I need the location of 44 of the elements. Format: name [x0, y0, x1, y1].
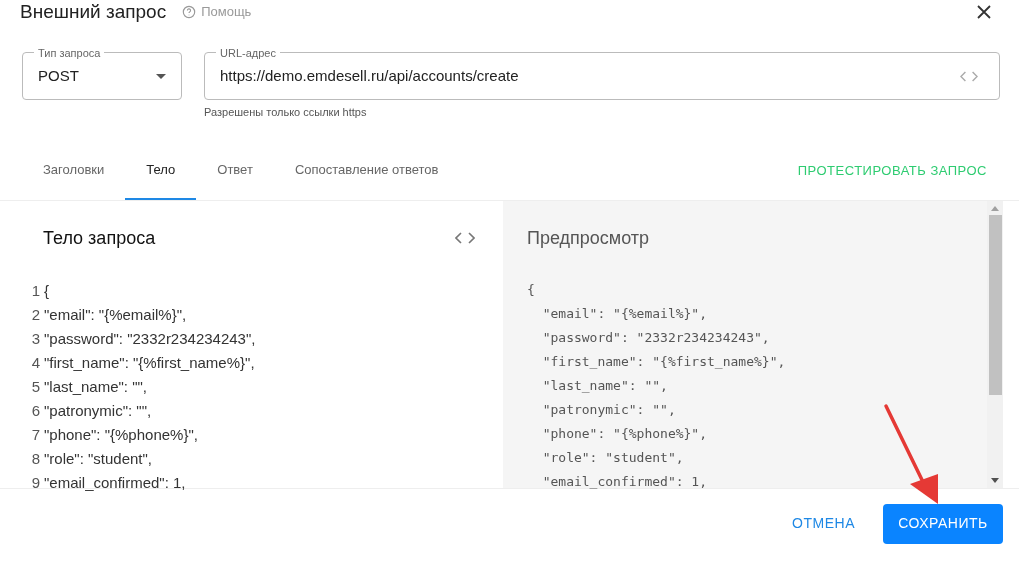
tab[interactable]: Тело [125, 142, 197, 200]
code-line: "patronymic": "", [44, 401, 152, 422]
code-line: "role": "student", [44, 449, 153, 470]
preview-line: "last_name": "", [541, 376, 669, 395]
editor-title: Тело запроса [43, 226, 156, 250]
line-number: 2 [30, 305, 40, 326]
preview-line: "email": "{%email%}", [541, 304, 708, 323]
tab[interactable]: Сопоставление ответов [273, 142, 460, 200]
preview-line: "password": "2332r234234243", [541, 328, 771, 347]
preview-line: { [527, 280, 536, 299]
preview-line: "email_confirmed": 1, [541, 472, 708, 491]
code-line: "email_confirmed": 1, [44, 473, 186, 494]
line-number: 5 [30, 377, 40, 398]
code-line: "password": "2332r234234243", [44, 329, 256, 350]
scroll-up-icon[interactable] [991, 205, 999, 211]
scrollbar[interactable] [987, 200, 1003, 488]
line-number: 6 [30, 401, 40, 422]
line-number: 1 [30, 281, 40, 302]
line-number: 7 [30, 425, 40, 446]
line-number: 9 [30, 473, 40, 494]
tab[interactable]: Ответ [196, 142, 274, 200]
preview-line: "patronymic": "", [541, 400, 677, 419]
line-number: 3 [30, 329, 40, 350]
helper-text: Разрешены только ссылки https [204, 105, 368, 120]
code-icon[interactable] [455, 232, 475, 244]
preview-title: Предпросмотр [527, 226, 651, 250]
dropdown-caret-icon [156, 73, 166, 79]
preview-line: "first_name": "{%first_name%}", [541, 352, 787, 371]
code-line: "last_name": "", [44, 377, 147, 398]
dialog-title: Внешний запрос [20, 0, 167, 24]
preview-line: "phone": "{%phone%}", [541, 424, 708, 443]
line-number: 4 [30, 353, 40, 374]
tab[interactable]: Заголовки [22, 142, 126, 200]
cancel-button[interactable]: ОТМЕНА [788, 513, 859, 534]
scroll-down-icon[interactable] [991, 477, 999, 483]
save-button[interactable]: СОХРАНИТЬ [883, 503, 1003, 544]
code-line: { [44, 281, 49, 302]
close-icon[interactable] [977, 5, 991, 19]
line-number: 8 [30, 449, 40, 470]
help-icon [182, 5, 197, 19]
preview-line: "role": "student", [541, 448, 685, 467]
code-line: "first_name": "{%first_name%}", [44, 353, 255, 374]
code-line: "phone": "{%phone%}", [44, 425, 198, 446]
code-line: "email": "{%email%}", [44, 305, 187, 326]
